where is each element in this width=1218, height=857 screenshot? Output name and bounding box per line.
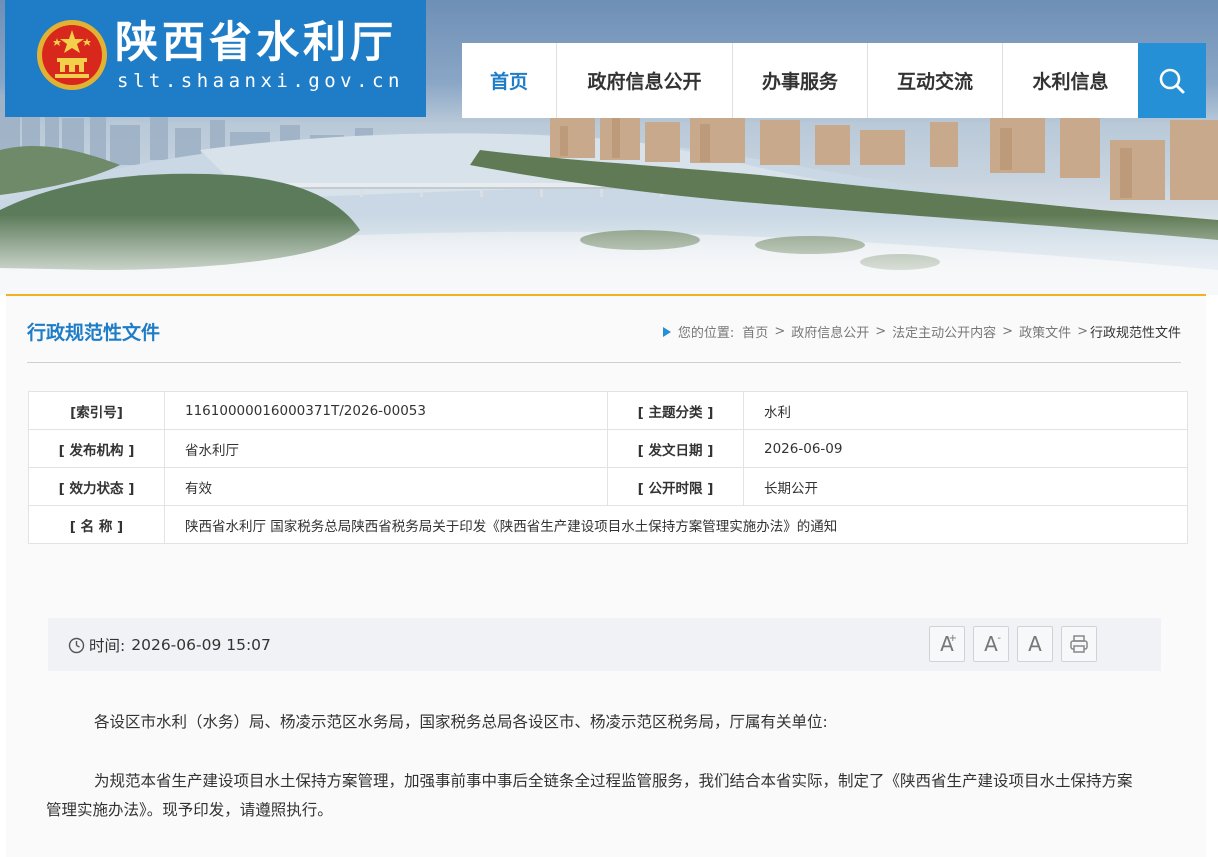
search-button[interactable] [1138, 43, 1206, 118]
breadcrumb-link-gov-info[interactable]: 政府信息公开 [791, 322, 869, 341]
disclosure-value: 长期公开 [743, 467, 1188, 506]
breadcrumb-prefix: 您的位置: [677, 326, 735, 341]
document-name-label: [ 名 称 ] [28, 505, 165, 544]
breadcrumb-arrow-icon [662, 326, 671, 337]
header-banner: 陕西省水利厅 slt.shaanxi.gov.cn 首页 政府信息公开 办事服务… [0, 0, 1218, 295]
main-nav: 首页 政府信息公开 办事服务 互动交流 水利信息 [462, 43, 1138, 118]
search-icon [1159, 68, 1185, 93]
issuer-label: [ 发布机构 ] [28, 429, 165, 468]
font-default-button[interactable]: A [1017, 626, 1053, 662]
nav-item-interaction[interactable]: 互动交流 [868, 43, 1003, 118]
breadcrumb-separator: > [875, 324, 887, 339]
page-title: 行政规范性文件 [27, 322, 161, 344]
nav-item-water-info[interactable]: 水利信息 [1003, 43, 1138, 118]
table-row: [ 发布机构 ] 省水利厅 [ 发文日期 ] 2026-06-09 [28, 429, 1188, 468]
font-default-glyph: A [1028, 632, 1042, 656]
status-value: 有效 [164, 467, 608, 506]
nav-item-gov-info[interactable]: 政府信息公开 [557, 43, 733, 118]
index-number-label: [索引号] [28, 391, 165, 430]
article-paragraph: 为规范本省生产建设项目水土保持方案管理，加强事前事中事后全链条全过程监管服务，我… [46, 772, 1133, 819]
font-enlarge-button[interactable]: A + [929, 626, 965, 662]
issue-date-label: [ 发文日期 ] [607, 429, 744, 468]
publish-time-value: 2026-06-09 15:07 [131, 636, 271, 654]
font-shrink-glyph: A [984, 632, 998, 656]
table-row: [ 名 称 ] 陕西省水利厅 国家税务总局陕西省税务局关于印发《陕西省生产建设项… [28, 505, 1188, 544]
breadcrumb-separator: > [1077, 324, 1088, 339]
issuer-value: 省水利厅 [164, 429, 608, 468]
clock-icon [68, 637, 85, 653]
index-number-value: 11610000016000371T/2026-00053 [164, 391, 608, 430]
site-logo[interactable]: 陕西省水利厅 slt.shaanxi.gov.cn [5, 0, 426, 117]
site-url: slt.shaanxi.gov.cn [117, 70, 404, 92]
site-title: 陕西省水利厅 [115, 18, 397, 68]
article-toolbar: 时间: 2026-06-09 15:07 A + A - A [48, 618, 1161, 671]
topic-label: [ 主题分类 ] [607, 391, 744, 430]
print-button[interactable] [1061, 626, 1097, 662]
national-emblem-icon [37, 20, 107, 90]
breadcrumb-link-disclosure[interactable]: 法定主动公开内容 [892, 322, 996, 341]
breadcrumb-link-home[interactable]: 首页 [742, 322, 768, 341]
issue-date-value: 2026-06-09 [743, 429, 1188, 468]
publish-time: 时间: 2026-06-09 15:07 [68, 634, 271, 656]
minus-icon: - [997, 633, 1001, 644]
plus-icon: + [948, 633, 957, 644]
breadcrumb-separator: > [1002, 324, 1014, 339]
breadcrumb-link-policy[interactable]: 政策文件 [1019, 322, 1071, 341]
print-icon [1070, 635, 1088, 653]
table-row: [ 效力状态 ] 有效 [ 公开时限 ] 长期公开 [28, 467, 1188, 506]
nav-item-home[interactable]: 首页 [462, 43, 557, 118]
document-meta-table: [索引号] 11610000016000371T/2026-00053 [ 主题… [28, 391, 1188, 544]
article-body: 各设区市水利（水务）局、杨凌示范区水务局，国家税务总局各设区市、杨凌示范区税务局… [46, 708, 1146, 855]
breadcrumb-current[interactable]: 行政规范性文件 [1090, 322, 1181, 341]
article-paragraph: 各设区市水利（水务）局、杨凌示范区水务局，国家税务总局各设区市、杨凌示范区税务局… [94, 713, 828, 731]
reading-tools: A + A - A [929, 626, 1097, 662]
breadcrumb: 您的位置: 首页 > 政府信息公开 > 法定主动公开内容 > 政策文件 > 行政… [662, 322, 1181, 341]
topic-value: 水利 [743, 391, 1188, 430]
publish-time-label: 时间: [89, 637, 126, 655]
nav-item-services[interactable]: 办事服务 [733, 43, 868, 118]
document-name-value: 陕西省水利厅 国家税务总局陕西省税务局关于印发《陕西省生产建设项目水土保持方案管… [164, 505, 1188, 544]
table-row: [索引号] 11610000016000371T/2026-00053 [ 主题… [28, 391, 1188, 430]
disclosure-label: [ 公开时限 ] [607, 467, 744, 506]
font-shrink-button[interactable]: A - [973, 626, 1009, 662]
content-area: 行政规范性文件 您的位置: 首页 > 政府信息公开 > 法定主动公开内容 > 政… [6, 294, 1206, 857]
status-label: [ 效力状态 ] [28, 467, 165, 506]
breadcrumb-separator: > [774, 324, 786, 339]
title-divider [27, 362, 1181, 363]
